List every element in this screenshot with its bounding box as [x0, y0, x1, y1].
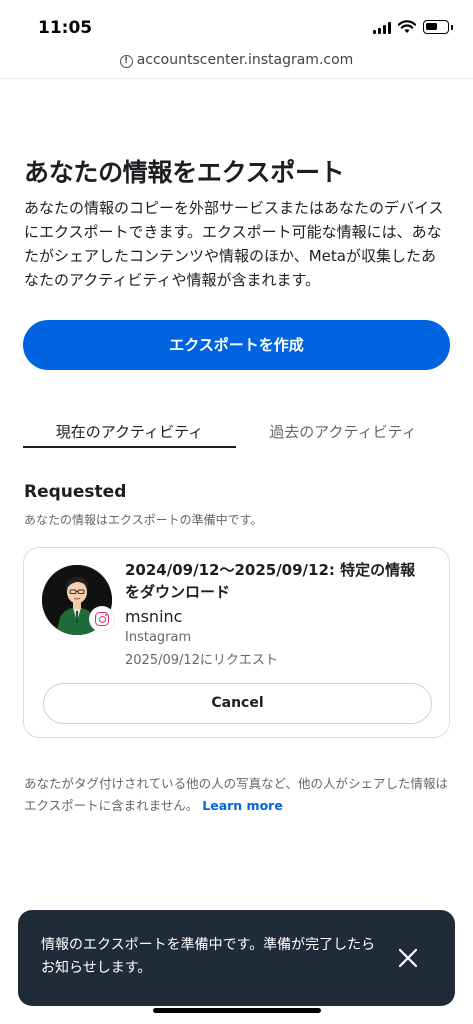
requested-heading: Requested — [24, 482, 127, 502]
home-indicator[interactable] — [153, 1008, 321, 1013]
export-title: 2024/09/12〜2025/09/12: 特定の情報をダウンロード — [125, 561, 416, 601]
username: msninc — [125, 607, 183, 626]
battery-icon — [423, 20, 453, 34]
tab-past-activity[interactable]: 過去のアクティビティ — [236, 421, 450, 442]
status-bar: 11:05 — [0, 0, 473, 50]
info-icon[interactable]: ! — [119, 55, 133, 68]
platform-label: Instagram — [125, 630, 192, 645]
toast-message: 情報のエクスポートを準備中です。準備が完了したらお知らせします。 — [41, 937, 376, 976]
wifi-icon — [397, 19, 417, 38]
tab-current-activity[interactable]: 現在のアクティビティ — [23, 421, 236, 442]
divider — [0, 78, 473, 79]
page-title: あなたの情報をエクスポート — [24, 158, 345, 187]
tab-selected-indicator — [23, 446, 236, 448]
status-time: 11:05 — [38, 18, 93, 38]
cellular-signal-icon — [373, 22, 393, 34]
cancel-button[interactable]: Cancel — [43, 683, 432, 724]
page-description: あなたの情報のコピーを外部サービスまたはあなたのデバイスにエクスポートできます。… — [24, 199, 444, 289]
instagram-icon — [90, 607, 114, 631]
learn-more-link[interactable]: Learn more — [202, 798, 283, 813]
footer-note: あなたがタグ付けされている他の人の写真など、他の人がシェアした情報はエクスポート… — [24, 773, 454, 817]
requested-subtext: あなたの情報はエクスポートの準備中です。 — [24, 513, 263, 527]
toast-notification: 情報のエクスポートを準備中です。準備が完了したらお知らせします。 — [18, 910, 455, 1006]
close-icon[interactable] — [394, 944, 422, 972]
create-export-button[interactable]: エクスポートを作成 — [23, 320, 450, 370]
address-bar[interactable]: ! accountscenter.instagram.com — [0, 52, 473, 76]
export-request-card: 2024/09/12〜2025/09/12: 特定の情報をダウンロード msni… — [23, 547, 450, 738]
request-date: 2025/09/12にリクエスト — [125, 653, 278, 668]
url-text: accountscenter.instagram.com — [136, 52, 354, 68]
